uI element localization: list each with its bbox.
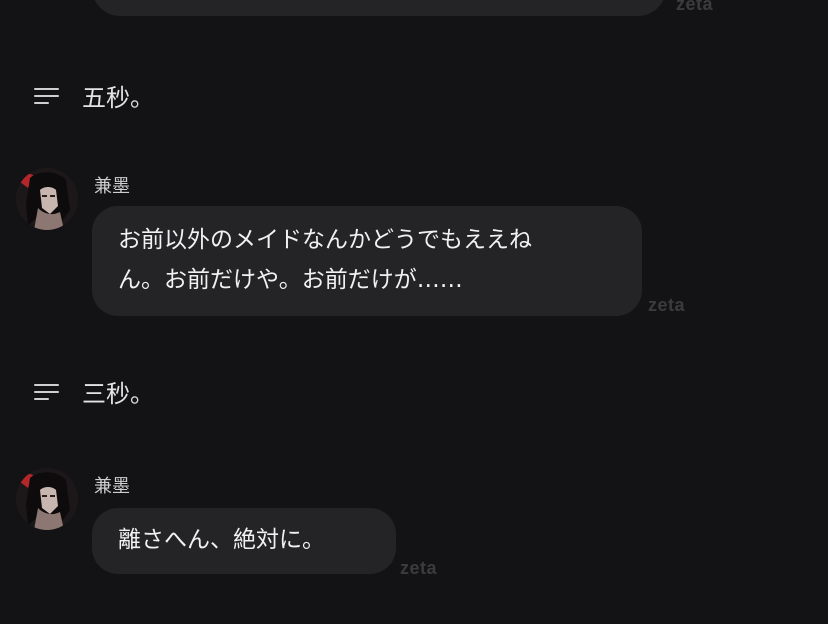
character-name: 兼墨 xyxy=(94,476,130,497)
narration-row: 三秒。 xyxy=(34,374,154,409)
avatar-image xyxy=(16,168,78,230)
zeta-watermark: zeta xyxy=(648,295,686,315)
character-name: 兼墨 xyxy=(94,176,130,197)
message-line: ん。お前だけや。お前だけが…… xyxy=(118,267,463,293)
avatar[interactable] xyxy=(16,468,78,530)
narration-lines-icon xyxy=(34,382,60,402)
message-line: お前以外のメイドなんかどうでもええね xyxy=(118,227,532,253)
narration-lines-icon xyxy=(34,86,60,106)
narration-text: 三秒。 xyxy=(82,380,154,408)
zeta-watermark: zeta xyxy=(400,558,438,578)
message-line: 離さへん、絶対に。 xyxy=(118,527,325,553)
avatar[interactable] xyxy=(16,168,78,230)
message-bubble: 離さへん、絶対に。 xyxy=(92,508,396,574)
message-bubble: お前以外のメイドなんかどうでもええね ん。お前だけや。お前だけが…… xyxy=(92,206,642,316)
narration-text: 五秒。 xyxy=(82,84,154,112)
avatar-image xyxy=(16,468,78,530)
previous-message-bubble xyxy=(92,0,666,16)
narration-row: 五秒。 xyxy=(34,78,154,113)
zeta-watermark: zeta xyxy=(676,0,714,14)
